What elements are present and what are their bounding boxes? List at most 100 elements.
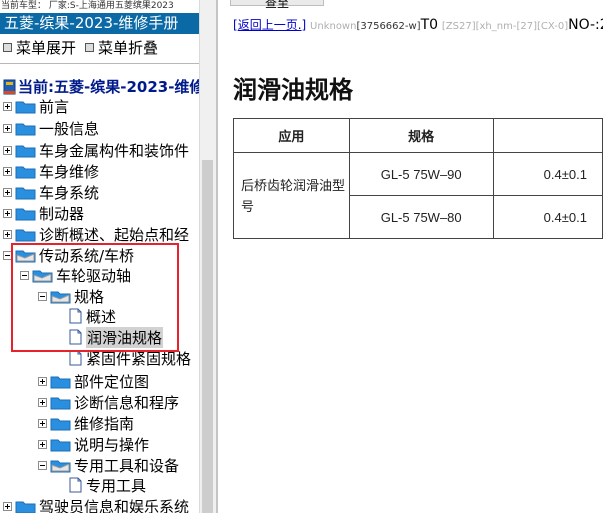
expand-menu-button[interactable]: 菜单展开 bbox=[3, 37, 76, 58]
table-row: 后桥齿轮润滑油型号 GL-5 75W–90 0.4±0.1 bbox=[233, 152, 603, 239]
collapse-menu-button[interactable]: 菜单折叠 bbox=[85, 37, 158, 58]
expand-plus-icon[interactable] bbox=[3, 208, 12, 218]
folder-icon bbox=[15, 501, 36, 513]
tree-item-label: 诊断信息和程序 bbox=[74, 393, 180, 412]
expand-square-icon bbox=[3, 42, 12, 52]
tree-item-driveline-axle[interactable]: 传动系统/车桥 bbox=[3, 245, 134, 265]
tree-item-description-operation[interactable]: 说明与操作 bbox=[38, 434, 149, 454]
open-folder-icon bbox=[50, 291, 71, 303]
folder-icon bbox=[15, 208, 36, 220]
tree-item-preface[interactable]: 前言 bbox=[3, 96, 69, 116]
tree-item-label: 紧固件紧固规格 bbox=[86, 349, 192, 368]
tree-item-label: 车身维修 bbox=[39, 162, 100, 181]
tree-item-body-repair[interactable]: 车身维修 bbox=[3, 161, 99, 181]
tree-item-body-metal[interactable]: 车身金属构件和装饰件 bbox=[3, 140, 189, 160]
tree-item-label: 说明与操作 bbox=[74, 435, 150, 454]
tree-item-label: 传动系统/车桥 bbox=[39, 246, 135, 265]
application-cell: 后桥齿轮润滑油型号 bbox=[233, 152, 350, 239]
folder-icon bbox=[50, 376, 71, 388]
expand-plus-icon[interactable] bbox=[3, 145, 12, 155]
tree-item-specifications[interactable]: 规格 bbox=[38, 286, 104, 306]
back-link[interactable]: 返回上一页. bbox=[238, 16, 302, 33]
tree-item-repair-instructions[interactable]: 维修指南 bbox=[38, 413, 134, 433]
search-button[interactable]: 查至 bbox=[230, 0, 324, 10]
expand-plus-icon[interactable] bbox=[38, 376, 47, 386]
tree-item-label: 车身系统 bbox=[39, 183, 100, 202]
tree-item-label: 车轮驱动轴 bbox=[56, 266, 132, 285]
tree-item-special-tools-equipment[interactable]: 专用工具和设备 bbox=[38, 455, 179, 475]
tree-item-label: 制动器 bbox=[39, 204, 85, 223]
tree-item-label: 专用工具 bbox=[86, 476, 147, 495]
folder-icon bbox=[15, 187, 36, 199]
tree-item-fastener-specs[interactable]: 紧固件紧固规格 bbox=[57, 348, 191, 368]
folder-icon bbox=[50, 439, 71, 451]
tree-item-diagnostic-info[interactable]: 诊断信息和程序 bbox=[38, 392, 179, 412]
folder-icon bbox=[15, 145, 36, 157]
document-id: [3756662-w] bbox=[356, 21, 421, 32]
tree-item-special-tools[interactable]: 专用工具 bbox=[57, 475, 146, 495]
folder-icon bbox=[15, 123, 36, 135]
navigation-line: [ 返回上一页. ] Unknown [3756662-w] T0 [ZS27]… bbox=[233, 16, 603, 33]
navigation-pane: 当前车型： 厂家:S-上海通用五菱缤果2023 五菱-缤果-2023-维修手册 … bbox=[0, 0, 199, 513]
t-code: T0 bbox=[420, 17, 439, 33]
tree-scrollbar-thumb[interactable] bbox=[202, 160, 213, 513]
collapse-square-icon bbox=[85, 42, 95, 52]
tree-item-component-locator[interactable]: 部件定位图 bbox=[38, 371, 149, 391]
tree-item-label: 维修指南 bbox=[74, 414, 135, 433]
tree-item-label: 一般信息 bbox=[39, 119, 100, 138]
document-icon bbox=[69, 308, 82, 324]
tree-item-wheel-drive-shaft[interactable]: 车轮驱动轴 bbox=[20, 265, 131, 285]
vehicle-status-line: 当前车型： 厂家:S-上海通用五菱缤果2023 bbox=[1, 1, 174, 11]
tree-item-label: 车身金属构件和装饰件 bbox=[39, 141, 190, 160]
collapse-minus-icon[interactable] bbox=[38, 460, 47, 470]
expand-plus-icon[interactable] bbox=[38, 439, 47, 449]
value-cell: 0.4±0.1 bbox=[492, 195, 603, 239]
tree-item-label: 润滑油规格 bbox=[86, 326, 164, 348]
tree-item-general-info[interactable]: 一般信息 bbox=[3, 118, 99, 138]
unknown-text: Unknown bbox=[310, 21, 357, 32]
tree-item-label: 部件定位图 bbox=[74, 372, 150, 391]
folder-icon bbox=[15, 101, 36, 113]
collapse-minus-icon[interactable] bbox=[20, 270, 29, 280]
tree-item-label: 驾驶员信息和娱乐系统 bbox=[39, 497, 190, 513]
folder-icon bbox=[15, 229, 36, 241]
header-specification: 规格 bbox=[348, 118, 494, 153]
expand-plus-icon[interactable] bbox=[3, 123, 12, 133]
table-header-row: 应用 规格 bbox=[233, 118, 603, 153]
open-folder-icon bbox=[32, 270, 53, 282]
expand-plus-icon[interactable] bbox=[38, 397, 47, 407]
open-folder-icon bbox=[15, 250, 36, 262]
expand-plus-icon[interactable] bbox=[3, 101, 12, 111]
tree-item-brakes[interactable]: 制动器 bbox=[3, 203, 84, 223]
tree-item-diagnostics-overview[interactable]: 诊断概述、起始点和经 bbox=[3, 224, 189, 244]
expand-plus-icon[interactable] bbox=[3, 229, 12, 239]
expand-plus-icon[interactable] bbox=[3, 501, 12, 511]
book-icon bbox=[3, 79, 16, 94]
spec-cell: GL-5 75W–90 bbox=[348, 152, 494, 196]
tree-item-lubricant-specs[interactable]: 润滑油规格 bbox=[57, 326, 164, 348]
document-number: NO-:27 bbox=[568, 17, 603, 33]
expand-menu-label: 菜单展开 bbox=[16, 38, 77, 57]
folder-icon bbox=[50, 418, 71, 430]
document-icon bbox=[69, 329, 82, 345]
tree-item-label: 前言 bbox=[39, 97, 70, 116]
nav-bracket-close: ] bbox=[301, 18, 307, 32]
collapse-menu-label: 菜单折叠 bbox=[98, 38, 159, 57]
expand-plus-icon[interactable] bbox=[38, 418, 47, 428]
expand-plus-icon[interactable] bbox=[3, 166, 12, 176]
tree-item-driver-info-entertainment[interactable]: 驾驶员信息和娱乐系统 bbox=[3, 496, 189, 513]
current-location-label: 当前:五菱-缤果-2023-维修手 bbox=[18, 78, 199, 96]
lubricant-spec-table: 应用 规格 后桥齿轮润滑油型号 GL-5 75W–90 0.4±0.1 GL-5… bbox=[233, 118, 603, 239]
expand-plus-icon[interactable] bbox=[3, 187, 12, 197]
spec-cell: GL-5 75W–80 bbox=[348, 195, 494, 239]
collapse-minus-icon[interactable] bbox=[3, 250, 12, 260]
tree-item-label: 专用工具和设备 bbox=[74, 456, 180, 475]
menu-bar: 菜单展开 菜单折叠 bbox=[0, 34, 199, 60]
document-icon bbox=[69, 350, 82, 366]
tree-item-body-systems[interactable]: 车身系统 bbox=[3, 182, 99, 202]
tree-item-label: 概述 bbox=[86, 307, 117, 326]
tree-item-overview[interactable]: 概述 bbox=[57, 306, 116, 326]
open-folder-icon bbox=[50, 460, 71, 472]
collapse-minus-icon[interactable] bbox=[38, 291, 47, 301]
current-location: 当前:五菱-缤果-2023-维修手 bbox=[3, 76, 199, 97]
